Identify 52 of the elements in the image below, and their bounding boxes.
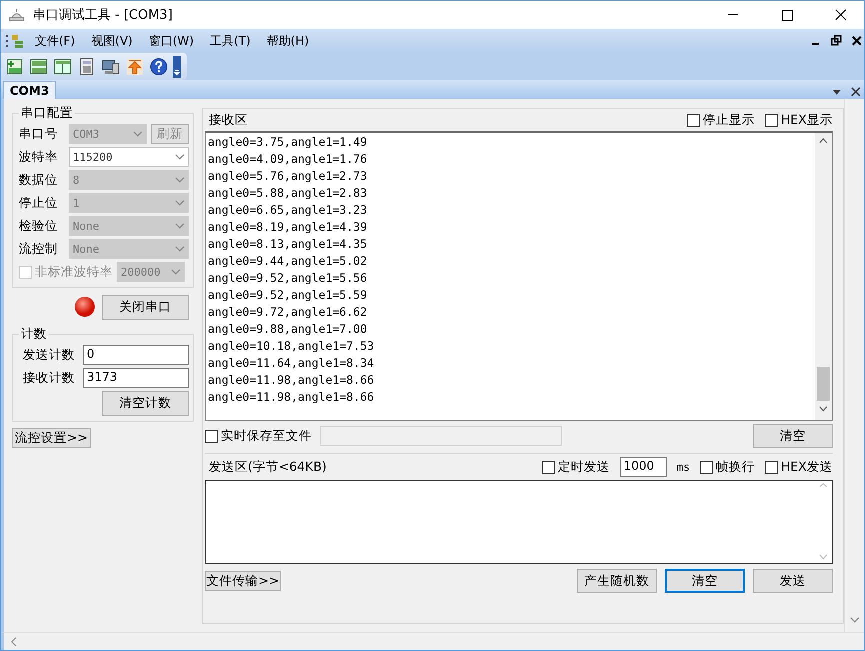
checkbox[interactable]: 帧换行 — [700, 458, 756, 476]
menu-item[interactable]: 文件(F) — [29, 30, 82, 52]
window-title: 串口调试工具 - [COM3] — [33, 7, 174, 24]
group-title: 计数 — [20, 326, 48, 343]
clear-button[interactable]: 清空 — [753, 424, 833, 448]
document-tab[interactable]: COM3 — [3, 81, 56, 99]
flow-settings-button[interactable]: 流控设置>> — [12, 428, 91, 448]
checkbox[interactable]: HEX显示 — [765, 112, 833, 128]
menu-grip-icon — [5, 33, 25, 49]
field-label: 串口号 — [19, 126, 59, 142]
overflow-icon[interactable] — [173, 56, 181, 78]
count-field: 3173 — [83, 368, 189, 388]
checkbox[interactable]: 停止显示 — [687, 112, 756, 128]
action-button[interactable]: 清空 — [665, 569, 745, 593]
checkbox[interactable]: HEX发送 — [765, 458, 833, 476]
scroll-left-icon[interactable] — [10, 636, 18, 646]
field-label: 检验位 — [19, 218, 59, 234]
field-label: 停止位 — [19, 194, 59, 212]
close-port-button[interactable]: 关闭串口 — [102, 294, 189, 320]
horizontal-split-icon[interactable] — [29, 56, 49, 76]
section-title: 接收区 — [209, 112, 249, 128]
field-label: 接收计数 — [23, 370, 76, 386]
action-button[interactable]: 产生随机数 — [577, 569, 657, 593]
field-label: 波特率 — [19, 148, 59, 166]
mdi-controls-icon[interactable] — [810, 35, 864, 47]
field-label: 发送计数 — [23, 346, 76, 364]
file-path-field[interactable] — [320, 426, 562, 446]
file-transfer-button[interactable]: 文件传输>> — [205, 571, 281, 591]
scrollbar-icon[interactable] — [815, 133, 832, 420]
chevron-down-icon[interactable] — [175, 154, 185, 160]
count-field: 0 — [83, 345, 189, 365]
interval-field[interactable]: 1000 — [620, 457, 667, 477]
field-label: 流控制 — [19, 240, 59, 258]
clear-count-button[interactable]: 清空计数 — [102, 391, 189, 416]
field-label: 数据位 — [19, 172, 59, 188]
menu-item[interactable]: 工具(T) — [204, 30, 257, 52]
menu-item[interactable]: 窗口(W) — [142, 30, 200, 52]
checkbox[interactable]: 定时发送 — [542, 458, 610, 476]
new-window-icon[interactable] — [5, 56, 25, 76]
menu-item[interactable]: 视图(V) — [85, 30, 139, 52]
dropdown[interactable]: 115200 — [69, 147, 189, 167]
checkbox[interactable]: 实时保存至文件 — [205, 428, 312, 444]
menu-item[interactable]: 帮助(H) — [260, 30, 316, 52]
scroll-down-icon[interactable] — [850, 617, 860, 624]
action-button[interactable]: 发送 — [753, 569, 833, 593]
app-icon — [9, 8, 25, 22]
unit-label: ms — [676, 460, 690, 474]
group-title: 串口配置 — [20, 105, 74, 122]
help-icon[interactable] — [149, 56, 169, 76]
send-text-area[interactable] — [205, 480, 833, 564]
section-title: 发送区(字节<64KB) — [209, 458, 328, 476]
vertical-split-icon[interactable] — [53, 56, 73, 76]
